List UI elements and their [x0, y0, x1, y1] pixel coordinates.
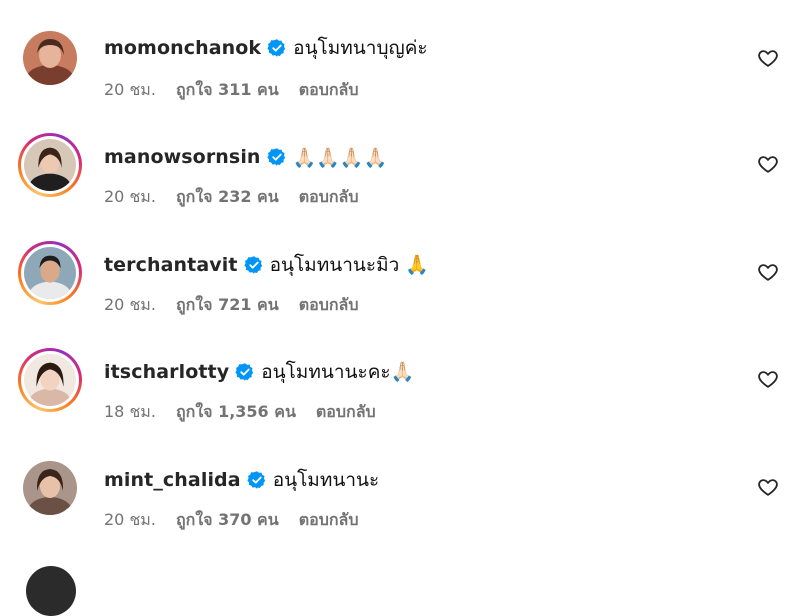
comment-username[interactable]: momonchanok [104, 37, 261, 59]
comment-username[interactable]: manowsornsin [104, 146, 261, 168]
comment-time[interactable]: 18 ชม. [104, 400, 156, 425]
verified-badge-icon [267, 38, 287, 58]
comment-username[interactable]: mint_chalida [104, 469, 241, 491]
comment-time[interactable]: 20 ชม. [104, 78, 156, 103]
verified-badge-icon [243, 255, 264, 275]
comment-likes[interactable]: ถูกใจ 721 คน [176, 293, 279, 318]
comment-time[interactable]: 20 ชม. [104, 508, 156, 533]
comment-likes[interactable]: ถูกใจ 311 คน [176, 78, 279, 103]
comment-text: อนุโมทนานะ [272, 469, 380, 491]
comment-text: 🙏🏻🙏🏻🙏🏻🙏🏻 [292, 146, 388, 169]
comment-likes[interactable]: ถูกใจ 370 คน [176, 508, 279, 533]
comment-username[interactable]: itscharlotty [104, 361, 229, 383]
reply-button[interactable]: ตอบกลับ [299, 78, 359, 103]
verified-badge-icon [247, 470, 267, 490]
avatar[interactable] [18, 241, 82, 305]
comment-item: itscharlotty อนุโมทนานะคะ🙏🏻 18 ชม. ถูกใจ… [0, 322, 800, 422]
avatar[interactable] [18, 26, 82, 90]
comment-username[interactable]: terchantavit [104, 254, 238, 276]
verified-badge-icon [266, 147, 287, 167]
comment-text: อนุโมทนานะมิว 🙏 [269, 254, 429, 276]
reply-button[interactable]: ตอบกลับ [299, 508, 359, 533]
comment-likes[interactable]: ถูกใจ 1,356 คน [176, 400, 296, 425]
comment-item: terchantavit อนุโมทนานะมิว 🙏 20 ชม. ถูกใ… [0, 215, 800, 315]
avatar[interactable] [18, 456, 82, 520]
comment-text: อนุโมทนานะคะ🙏🏻 [261, 361, 415, 383]
heart-outline-icon[interactable] [757, 476, 779, 498]
avatar[interactable] [18, 133, 82, 197]
comment-item: momonchanok อนุโมทนาบุญค่ะ 20 ชม. ถูกใจ … [0, 0, 800, 100]
reply-button[interactable]: ตอบกลับ [316, 400, 376, 425]
verified-badge-icon [235, 362, 255, 382]
comment-item: mint_chalida อนุโมทนานะ 20 ชม. ถูกใจ 370… [0, 430, 800, 530]
avatar[interactable] [18, 348, 82, 412]
heart-outline-icon[interactable] [757, 47, 779, 69]
heart-outline-icon[interactable] [757, 261, 779, 283]
comment-item: manowsornsin 🙏🏻🙏🏻🙏🏻🙏🏻 20 ชม. ถูกใจ 232 ค… [0, 107, 800, 207]
heart-outline-icon[interactable] [757, 368, 779, 390]
heart-outline-icon[interactable] [757, 153, 779, 175]
comment-time[interactable]: 20 ชม. [104, 185, 156, 210]
comment-likes[interactable]: ถูกใจ 232 คน [176, 185, 279, 210]
reply-button[interactable]: ตอบกลับ [299, 185, 359, 210]
comment-text: อนุโมทนาบุญค่ะ [293, 37, 428, 59]
reply-button[interactable]: ตอบกลับ [299, 293, 359, 318]
comment-time[interactable]: 20 ชม. [104, 293, 156, 318]
